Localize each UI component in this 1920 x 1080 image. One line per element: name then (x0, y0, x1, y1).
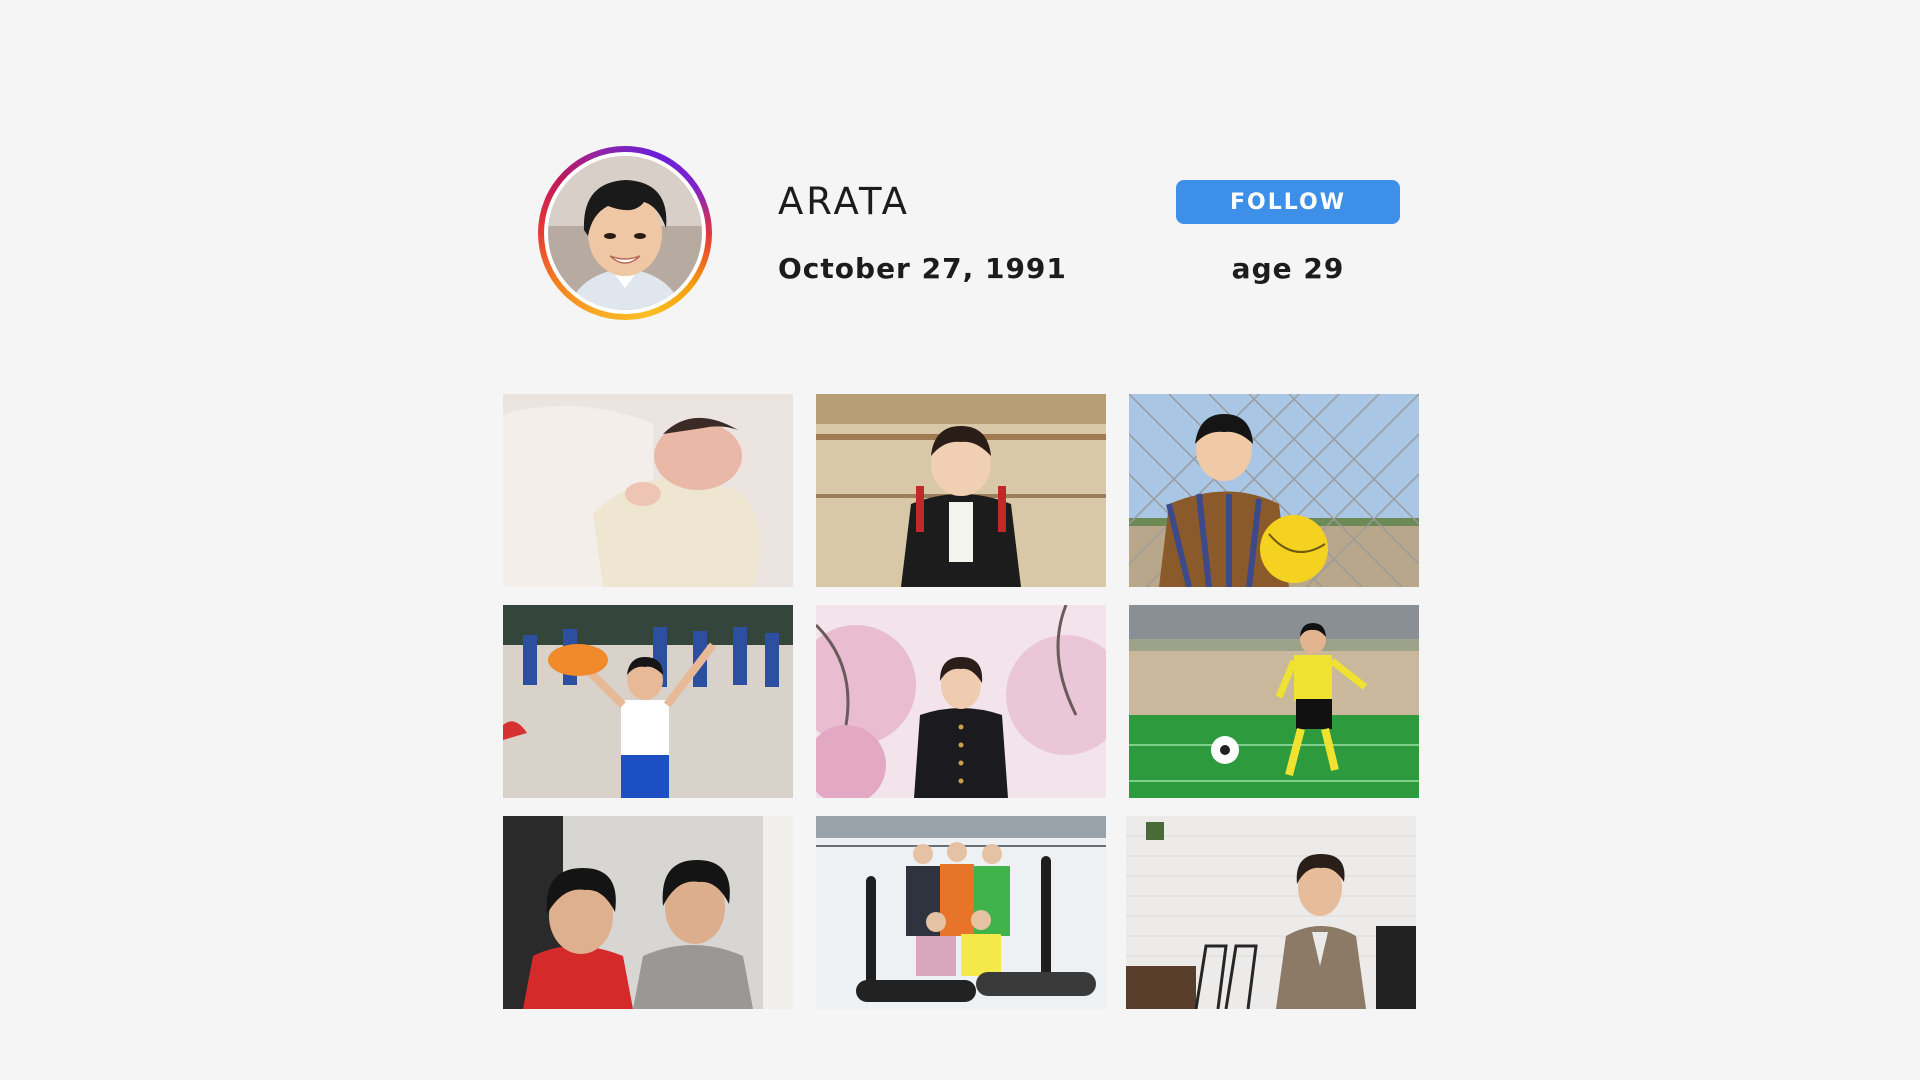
photo-tile-9[interactable] (1126, 816, 1416, 1009)
profile-username: ARATA (778, 180, 910, 223)
profile-avatar-ring[interactable] (538, 146, 712, 320)
teen-boys-photo-icon (503, 816, 793, 1009)
photo-tile-1[interactable] (503, 394, 793, 587)
avatar[interactable] (548, 156, 702, 310)
sports-day-photo-icon (503, 605, 793, 798)
photo-tile-3[interactable] (1129, 394, 1419, 587)
follow-button[interactable]: FOLLOW (1176, 180, 1400, 224)
photo-tile-4[interactable] (503, 605, 793, 798)
adult-in-cafe-photo-icon (1126, 816, 1416, 1009)
photo-tile-5[interactable] (816, 605, 1106, 798)
boy-with-ball-photo-icon (1129, 394, 1419, 587)
photo-tile-2[interactable] (816, 394, 1106, 587)
newborn-baby-photo-icon (503, 394, 793, 587)
toddler-kimono-photo-icon (816, 394, 1106, 587)
avatar-frame (544, 152, 706, 314)
soccer-player-photo-icon (1129, 605, 1419, 798)
profile-birthdate: October 27, 1991 (778, 252, 1067, 285)
cherry-blossom-school-photo-icon (816, 605, 1106, 798)
profile-age: age 29 (1231, 252, 1345, 285)
snowboard-group-photo-icon (816, 816, 1106, 1009)
avatar-portrait-icon (548, 156, 702, 310)
photo-tile-7[interactable] (503, 816, 793, 1009)
photo-tile-8[interactable] (816, 816, 1106, 1009)
photo-tile-6[interactable] (1129, 605, 1419, 798)
